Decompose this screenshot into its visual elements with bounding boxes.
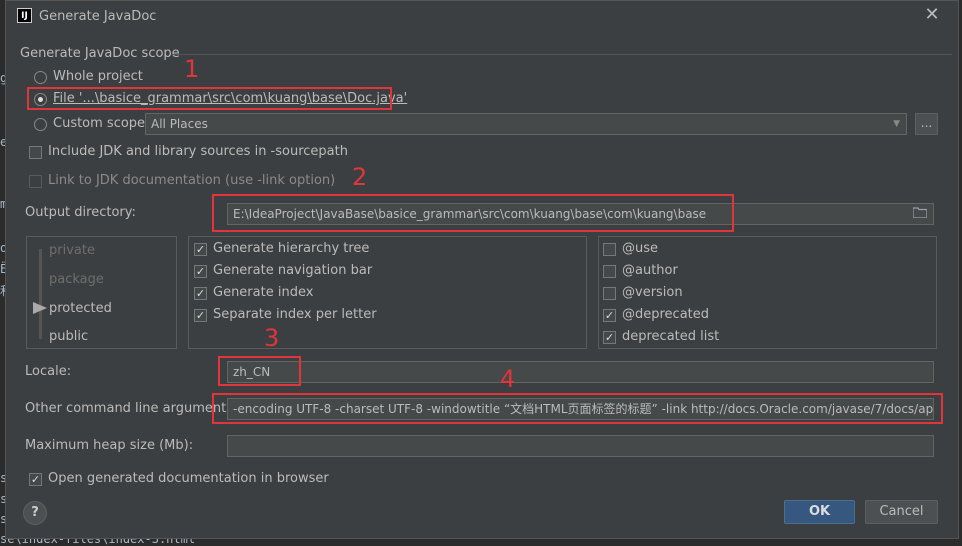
tag-options-panel: @use @author @version ✓ @deprecated ✓ de… — [598, 236, 937, 349]
heap-size-label: Maximum heap size (Mb): — [25, 438, 194, 453]
locale-input[interactable]: zh_CN — [227, 361, 934, 383]
radio-whole-project[interactable] — [34, 71, 47, 84]
deprecated-tag-checkbox[interactable]: ✓ — [603, 309, 616, 322]
radio-custom-scope[interactable] — [34, 118, 47, 131]
generate-hierarchy-checkbox[interactable]: ✓ — [194, 243, 207, 256]
generate-options-panel: ✓ Generate hierarchy tree ✓ Generate nav… — [188, 236, 587, 349]
author-tag-label[interactable]: @author — [622, 263, 678, 278]
close-icon[interactable]: ✕ — [922, 5, 942, 25]
ok-button[interactable]: OK — [784, 500, 855, 524]
annotation-number-4: 4 — [500, 365, 516, 393]
scope-group-divider — [172, 54, 952, 55]
generate-index-label[interactable]: Generate index — [213, 285, 313, 300]
custom-scope-combo-value: All Places — [151, 117, 208, 131]
cancel-button[interactable]: Cancel — [865, 500, 938, 524]
deprecated-list-label[interactable]: deprecated list — [622, 329, 719, 344]
folder-icon[interactable] — [912, 207, 928, 219]
output-directory-label: Output directory: — [25, 205, 136, 220]
help-button[interactable]: ? — [23, 501, 47, 525]
intellij-app-icon: IJ — [17, 8, 32, 23]
link-jdk-label[interactable]: Link to JDK documentation (use -link opt… — [48, 173, 335, 188]
visibility-package[interactable]: package — [49, 272, 104, 287]
deprecated-tag-label[interactable]: @deprecated — [622, 307, 709, 322]
author-tag-checkbox[interactable] — [603, 265, 616, 278]
open-browser-label[interactable]: Open generated documentation in browser — [48, 471, 329, 486]
use-tag-checkbox[interactable] — [603, 243, 616, 256]
generate-javadoc-dialog: IJ Generate JavaDoc ✕ Generate JavaDoc s… — [5, 0, 959, 539]
annotation-number-2: 2 — [352, 163, 368, 191]
chevron-down-icon: ▼ — [893, 119, 900, 129]
version-tag-label[interactable]: @version — [622, 285, 683, 300]
generate-hierarchy-label[interactable]: Generate hierarchy tree — [213, 241, 369, 256]
title-bar: IJ Generate JavaDoc ✕ — [6, 1, 958, 32]
visibility-panel: private package protected public — [26, 236, 177, 349]
visibility-public[interactable]: public — [49, 329, 88, 344]
separate-index-label[interactable]: Separate index per letter — [213, 307, 377, 322]
include-jdk-label[interactable]: Include JDK and library sources in -sour… — [48, 144, 348, 159]
generate-navbar-checkbox[interactable]: ✓ — [194, 265, 207, 278]
annotation-box-4 — [212, 393, 943, 424]
annotation-box-3 — [218, 356, 301, 386]
other-args-label: Other command line arguments: — [25, 401, 238, 416]
annotation-box-1 — [27, 87, 392, 110]
deprecated-list-checkbox[interactable]: ✓ — [603, 331, 616, 344]
separate-index-checkbox[interactable]: ✓ — [194, 309, 207, 322]
scope-group-title: Generate JavaDoc scope — [20, 46, 180, 61]
link-jdk-checkbox[interactable] — [29, 175, 42, 188]
visibility-private[interactable]: private — [49, 243, 95, 258]
radio-whole-project-label[interactable]: Whole project — [53, 69, 143, 84]
open-browser-checkbox[interactable]: ✓ — [29, 473, 42, 486]
annotation-number-3: 3 — [264, 324, 280, 352]
custom-scope-browse-button[interactable]: ... — [915, 113, 938, 135]
annotation-box-2 — [212, 194, 734, 232]
include-jdk-checkbox[interactable] — [29, 146, 42, 159]
visibility-protected[interactable]: protected — [49, 301, 112, 316]
use-tag-label[interactable]: @use — [622, 241, 658, 256]
visibility-slider-track[interactable] — [39, 249, 42, 339]
heap-size-input[interactable] — [227, 435, 934, 457]
visibility-slider-thumb[interactable] — [33, 302, 47, 314]
generate-index-checkbox[interactable]: ✓ — [194, 287, 207, 300]
annotation-number-1: 1 — [184, 55, 200, 83]
generate-navbar-label[interactable]: Generate navigation bar — [213, 263, 372, 278]
locale-label: Locale: — [25, 364, 72, 379]
radio-custom-scope-label[interactable]: Custom scope — [53, 116, 145, 131]
dialog-title: Generate JavaDoc — [39, 9, 157, 24]
version-tag-checkbox[interactable] — [603, 287, 616, 300]
custom-scope-combo[interactable]: All Places ▼ — [145, 113, 907, 135]
